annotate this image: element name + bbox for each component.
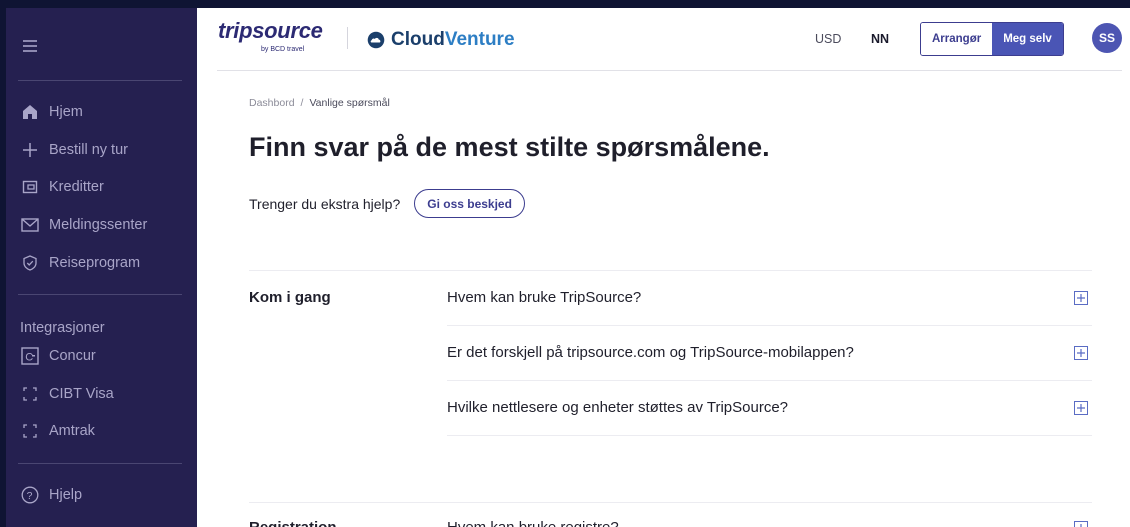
bcd-travel-logo: by BCD travel bbox=[261, 46, 305, 53]
sidebar-item-label: Amtrak bbox=[49, 423, 95, 439]
sidebar-item-credits[interactable]: Kreditter bbox=[20, 175, 104, 199]
tripsource-logo[interactable]: tripsource bbox=[218, 18, 323, 44]
question-circle-icon: ? bbox=[20, 485, 40, 505]
concur-icon: C bbox=[20, 346, 40, 366]
question-divider bbox=[447, 325, 1092, 326]
section-divider bbox=[249, 270, 1092, 271]
menu-icon[interactable] bbox=[23, 40, 37, 52]
cloud-wordmark: Cloud bbox=[391, 29, 445, 50]
shield-check-icon bbox=[20, 253, 40, 273]
sidebar-item-label: Hjelp bbox=[49, 487, 83, 503]
top-header: tripsource by BCD travel Cloud Venture US… bbox=[197, 8, 1130, 71]
bracket-icon bbox=[20, 384, 40, 404]
sidebar-item-help[interactable]: ? Hjelp bbox=[20, 483, 82, 507]
sidebar-item-label: Concur bbox=[49, 348, 96, 364]
header-divider bbox=[217, 70, 1122, 71]
sidebar-item-label: Bestill ny tur bbox=[49, 142, 128, 158]
section-divider bbox=[249, 502, 1092, 503]
sidebar-item-label: CIBT Visa bbox=[49, 386, 114, 402]
help-row: Trenger du ekstra hjelp? Gi oss beskjed bbox=[249, 189, 525, 218]
sidebar-item-label: Reiseprogram bbox=[49, 255, 141, 271]
cloudventure-logo: Cloud Venture bbox=[367, 29, 515, 51]
question-divider bbox=[447, 380, 1092, 381]
contact-us-button[interactable]: Gi oss beskjed bbox=[414, 189, 525, 218]
breadcrumb-current: Vanlige spørsmål bbox=[309, 97, 390, 109]
sidebar-divider bbox=[18, 463, 182, 464]
app-frame: Hjem Bestill ny tur Kreditter Meldingsse… bbox=[0, 0, 1130, 527]
sidebar-item-label: Hjem bbox=[49, 104, 83, 120]
cloud-icon bbox=[367, 31, 385, 49]
plus-icon bbox=[20, 140, 40, 160]
sidebar-item-book-trip[interactable]: Bestill ny tur bbox=[20, 138, 128, 162]
home-icon bbox=[20, 102, 40, 122]
faq-section-title: Registration bbox=[249, 519, 337, 527]
sidebar-divider bbox=[18, 294, 182, 295]
role-toggle: Arrangør Meg selv bbox=[920, 22, 1064, 56]
sidebar-item-itinerary[interactable]: Reiseprogram bbox=[20, 251, 140, 275]
self-toggle[interactable]: Meg selv bbox=[992, 23, 1063, 55]
svg-text:C: C bbox=[25, 351, 33, 363]
currency-selector[interactable]: USD bbox=[815, 32, 841, 46]
question-divider bbox=[447, 435, 1092, 436]
sidebar-item-label: Kreditter bbox=[49, 179, 104, 195]
breadcrumb-separator: / bbox=[300, 97, 304, 109]
page-title: Finn svar på de mest stilte spørsmålene. bbox=[249, 132, 770, 162]
sidebar-item-home[interactable]: Hjem bbox=[20, 100, 83, 124]
faq-question[interactable]: Er det forskjell på tripsource.com og Tr… bbox=[447, 344, 854, 361]
avatar[interactable]: SS bbox=[1092, 23, 1122, 53]
expand-icon[interactable] bbox=[1074, 346, 1088, 360]
faq-question[interactable]: Hvem kan bruke TripSource? bbox=[447, 289, 641, 306]
expand-icon[interactable] bbox=[1074, 291, 1088, 305]
sidebar: Hjem Bestill ny tur Kreditter Meldingsse… bbox=[6, 8, 197, 527]
language-selector[interactable]: NN bbox=[871, 32, 889, 46]
expand-icon[interactable] bbox=[1074, 401, 1088, 415]
faq-section-title: Kom i gang bbox=[249, 289, 331, 306]
sidebar-item-cibt-visa[interactable]: CIBT Visa bbox=[20, 382, 114, 406]
bracket-icon bbox=[20, 421, 40, 441]
wallet-icon bbox=[20, 177, 40, 197]
breadcrumb: Dashbord / Vanlige spørsmål bbox=[249, 97, 390, 109]
main-content: tripsource by BCD travel Cloud Venture US… bbox=[197, 8, 1130, 527]
arranger-toggle[interactable]: Arrangør bbox=[921, 23, 993, 55]
venture-wordmark: Venture bbox=[444, 29, 515, 50]
mail-icon bbox=[20, 215, 40, 235]
expand-icon[interactable] bbox=[1074, 521, 1088, 527]
sidebar-item-label: Meldingssenter bbox=[49, 217, 148, 233]
sidebar-item-messages[interactable]: Meldingssenter bbox=[20, 213, 147, 237]
sidebar-divider bbox=[18, 80, 182, 81]
sidebar-item-amtrak[interactable]: Amtrak bbox=[20, 419, 95, 443]
faq-question[interactable]: Hvem kan bruke registre? bbox=[447, 519, 619, 527]
integrations-heading: Integrasjoner bbox=[20, 320, 105, 336]
svg-text:?: ? bbox=[27, 490, 33, 502]
breadcrumb-root[interactable]: Dashbord bbox=[249, 97, 295, 109]
logo-separator bbox=[347, 27, 348, 49]
sidebar-item-concur[interactable]: C Concur bbox=[20, 344, 96, 368]
faq-question[interactable]: Hvilke nettlesere og enheter støttes av … bbox=[447, 399, 788, 416]
help-prompt: Trenger du ekstra hjelp? bbox=[249, 195, 401, 212]
